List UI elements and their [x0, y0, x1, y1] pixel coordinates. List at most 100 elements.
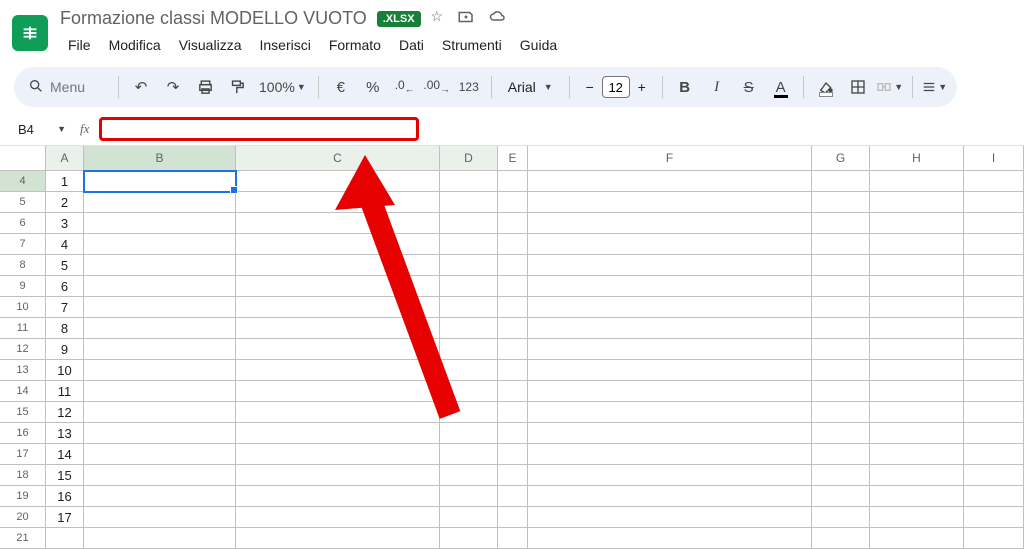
cell-D21[interactable] [440, 528, 498, 549]
cell-G12[interactable] [812, 339, 870, 360]
cell-A6[interactable]: 3 [46, 213, 84, 234]
cell-D8[interactable] [440, 255, 498, 276]
cell-C21[interactable] [236, 528, 440, 549]
cell-G5[interactable] [812, 192, 870, 213]
cell-F11[interactable] [528, 318, 812, 339]
cell-I20[interactable] [964, 507, 1024, 528]
currency-button[interactable]: € [327, 73, 355, 101]
formula-bar[interactable] [99, 117, 419, 141]
column-header-D[interactable]: D [440, 146, 498, 170]
cell-B4[interactable] [84, 171, 236, 192]
cell-E4[interactable] [498, 171, 528, 192]
cell-B19[interactable] [84, 486, 236, 507]
cell-D16[interactable] [440, 423, 498, 444]
cell-D9[interactable] [440, 276, 498, 297]
cell-H5[interactable] [870, 192, 964, 213]
cell-E13[interactable] [498, 360, 528, 381]
menu-visualizza[interactable]: Visualizza [171, 33, 250, 57]
cell-I11[interactable] [964, 318, 1024, 339]
cell-D17[interactable] [440, 444, 498, 465]
cell-E12[interactable] [498, 339, 528, 360]
cell-H17[interactable] [870, 444, 964, 465]
cell-F10[interactable] [528, 297, 812, 318]
cell-A10[interactable]: 7 [46, 297, 84, 318]
menu-file[interactable]: File [60, 33, 99, 57]
menu-formato[interactable]: Formato [321, 33, 389, 57]
cell-H15[interactable] [870, 402, 964, 423]
cell-D7[interactable] [440, 234, 498, 255]
cell-D20[interactable] [440, 507, 498, 528]
cell-G6[interactable] [812, 213, 870, 234]
cell-I13[interactable] [964, 360, 1024, 381]
cell-B21[interactable] [84, 528, 236, 549]
cell-E20[interactable] [498, 507, 528, 528]
cell-G16[interactable] [812, 423, 870, 444]
cell-G13[interactable] [812, 360, 870, 381]
fill-color-button[interactable] [812, 73, 840, 101]
number-format-button[interactable]: 123 [455, 73, 483, 101]
redo-button[interactable]: ↷ [159, 73, 187, 101]
document-title[interactable]: Formazione classi MODELLO VUOTO [60, 8, 367, 29]
cell-G18[interactable] [812, 465, 870, 486]
cell-B20[interactable] [84, 507, 236, 528]
cell-A4[interactable]: 1 [46, 171, 84, 192]
cell-A19[interactable]: 16 [46, 486, 84, 507]
cell-A11[interactable]: 8 [46, 318, 84, 339]
row-header-5[interactable]: 5 [0, 192, 46, 213]
cell-G11[interactable] [812, 318, 870, 339]
row-header-16[interactable]: 16 [0, 423, 46, 444]
cell-B18[interactable] [84, 465, 236, 486]
increase-decimal-button[interactable]: .00→ [423, 73, 451, 101]
cell-B9[interactable] [84, 276, 236, 297]
move-icon[interactable] [457, 8, 475, 29]
cell-E6[interactable] [498, 213, 528, 234]
column-header-F[interactable]: F [528, 146, 812, 170]
cell-C16[interactable] [236, 423, 440, 444]
italic-button[interactable]: I [703, 73, 731, 101]
cell-F12[interactable] [528, 339, 812, 360]
cell-F13[interactable] [528, 360, 812, 381]
cell-C12[interactable] [236, 339, 440, 360]
cell-D4[interactable] [440, 171, 498, 192]
text-color-button[interactable]: A [767, 73, 795, 101]
cell-H19[interactable] [870, 486, 964, 507]
cell-H9[interactable] [870, 276, 964, 297]
menu-guida[interactable]: Guida [512, 33, 565, 57]
cell-H21[interactable] [870, 528, 964, 549]
cell-F19[interactable] [528, 486, 812, 507]
row-header-17[interactable]: 17 [0, 444, 46, 465]
cell-I9[interactable] [964, 276, 1024, 297]
cell-C6[interactable] [236, 213, 440, 234]
cell-F17[interactable] [528, 444, 812, 465]
cell-C14[interactable] [236, 381, 440, 402]
spreadsheet-grid[interactable]: ABCDEFGHI 415263748596107118129131014111… [0, 146, 1024, 549]
cell-G20[interactable] [812, 507, 870, 528]
decrease-font-button[interactable]: − [578, 76, 602, 98]
cell-C18[interactable] [236, 465, 440, 486]
cell-H7[interactable] [870, 234, 964, 255]
cell-H13[interactable] [870, 360, 964, 381]
row-header-11[interactable]: 11 [0, 318, 46, 339]
column-header-G[interactable]: G [812, 146, 870, 170]
font-select[interactable]: Arial▼ [500, 79, 561, 95]
name-box[interactable]: B4▼ [14, 119, 70, 140]
cell-I16[interactable] [964, 423, 1024, 444]
cell-I15[interactable] [964, 402, 1024, 423]
cell-B8[interactable] [84, 255, 236, 276]
cell-G14[interactable] [812, 381, 870, 402]
column-header-A[interactable]: A [46, 146, 84, 170]
cell-C20[interactable] [236, 507, 440, 528]
cell-I14[interactable] [964, 381, 1024, 402]
cell-A15[interactable]: 12 [46, 402, 84, 423]
cell-I21[interactable] [964, 528, 1024, 549]
cell-F14[interactable] [528, 381, 812, 402]
cell-C8[interactable] [236, 255, 440, 276]
menu-inserisci[interactable]: Inserisci [251, 33, 318, 57]
cell-D15[interactable] [440, 402, 498, 423]
cell-B7[interactable] [84, 234, 236, 255]
cell-C15[interactable] [236, 402, 440, 423]
cell-B12[interactable] [84, 339, 236, 360]
cell-F15[interactable] [528, 402, 812, 423]
cell-D10[interactable] [440, 297, 498, 318]
row-header-20[interactable]: 20 [0, 507, 46, 528]
